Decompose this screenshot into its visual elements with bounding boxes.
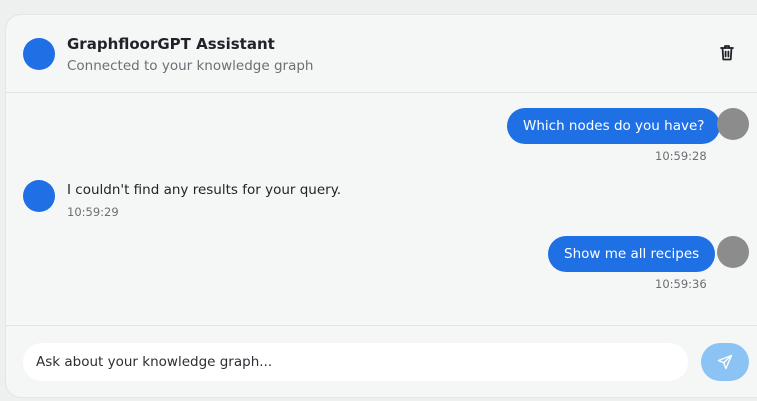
- user-avatar: [717, 236, 749, 268]
- chat-subtitle: Connected to your knowledge graph: [67, 58, 314, 74]
- trash-icon[interactable]: [718, 43, 736, 63]
- assistant-avatar: [23, 38, 55, 70]
- message-timestamp: 10:59:29: [67, 205, 119, 219]
- chat-panel: GraphfloorGPT Assistant Connected to you…: [5, 14, 757, 398]
- user-message-bubble: Which nodes do you have?: [507, 108, 721, 144]
- assistant-message-text: I couldn't find any results for your que…: [67, 182, 342, 198]
- user-avatar: [717, 108, 749, 140]
- message-timestamp: 10:59:28: [655, 149, 707, 163]
- composer: [6, 325, 757, 397]
- user-message-bubble: Show me all recipes: [548, 236, 716, 272]
- send-icon: [717, 354, 733, 370]
- chat-title: GraphfloorGPT Assistant: [67, 35, 275, 53]
- message-input[interactable]: [23, 343, 688, 381]
- send-button[interactable]: [701, 343, 749, 381]
- message-timestamp: 10:59:36: [655, 277, 707, 291]
- chat-header: GraphfloorGPT Assistant Connected to you…: [6, 15, 757, 93]
- assistant-avatar: [23, 180, 55, 212]
